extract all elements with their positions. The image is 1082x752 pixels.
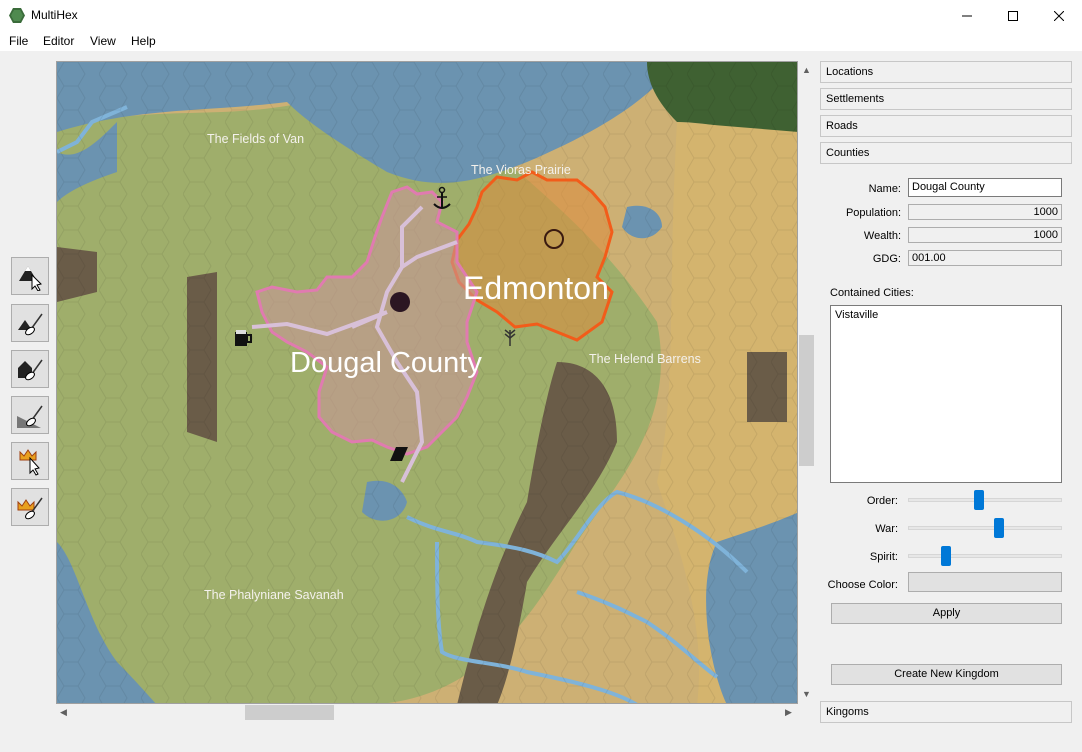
population-label: Population:: [845, 207, 901, 219]
war-label: War:: [875, 523, 898, 535]
gdg-label: GDG:: [872, 253, 901, 265]
name-label: Name:: [868, 183, 901, 195]
label-vioras-prairie: The Vioras Prairie: [471, 163, 571, 177]
contained-cities-list[interactable]: Vistaville: [830, 305, 1062, 483]
section-counties[interactable]: Counties: [820, 142, 1072, 164]
map-vertical-scrollbar[interactable]: ▲ ▼: [798, 61, 815, 704]
label-fields-of-van: The Fields of Van: [207, 132, 304, 146]
order-slider[interactable]: [908, 489, 1062, 511]
maximize-icon: [1008, 10, 1018, 21]
vertical-scroll-thumb[interactable]: [799, 335, 814, 466]
crown-brush-icon: [17, 497, 43, 520]
menu-help[interactable]: Help: [131, 34, 156, 48]
county-paint-tool[interactable]: [11, 488, 49, 526]
war-slider[interactable]: [908, 517, 1062, 539]
app-hex-icon: [9, 8, 25, 23]
slider-handle[interactable]: [994, 518, 1005, 538]
slider-groove: [908, 554, 1062, 558]
house-brush-icon: [18, 359, 43, 381]
menu-view[interactable]: View: [90, 34, 116, 48]
section-kingdoms[interactable]: Kingoms: [820, 701, 1072, 723]
label-phalyniane-savanah: The Phalyniane Savanah: [204, 588, 344, 602]
wealth-field: 1000: [908, 227, 1062, 243]
scroll-up-icon[interactable]: ▲: [802, 65, 811, 75]
color-picker-button[interactable]: [908, 572, 1062, 592]
section-locations[interactable]: Locations: [820, 61, 1072, 83]
counties-form: Name: Dougal County Population: 1000 Wea…: [820, 165, 1072, 702]
scroll-left-icon[interactable]: ◀: [60, 707, 67, 718]
order-label: Order:: [866, 495, 898, 507]
slider-groove: [908, 526, 1062, 530]
maximize-button[interactable]: [990, 0, 1036, 31]
close-icon: [1054, 10, 1064, 21]
dougal-capital-icon[interactable]: [390, 292, 410, 312]
slider-groove: [908, 498, 1062, 502]
hex-map-canvas[interactable]: The Fields of Van The Vioras Prairie The…: [56, 61, 798, 704]
spirit-label: Spirit:: [869, 551, 898, 563]
road-tool[interactable]: [11, 396, 49, 434]
menu-file[interactable]: File: [9, 34, 28, 48]
label-dougal-county: Dougal County: [290, 347, 482, 379]
wealth-label: Wealth:: [863, 230, 901, 242]
scroll-down-icon[interactable]: ▼: [802, 689, 811, 699]
road-brush-icon: [17, 405, 43, 428]
create-kingdom-button[interactable]: Create New Kingdom: [831, 664, 1062, 685]
label-helend-barrens: The Helend Barrens: [589, 352, 701, 366]
add-settlement-tool[interactable]: [11, 350, 49, 388]
add-location-tool[interactable]: [11, 304, 49, 342]
mountain-cursor-icon: [19, 266, 42, 291]
window-title: MultiHex: [31, 8, 78, 22]
choose-color-label: Choose Color:: [827, 579, 898, 591]
population-field: 1000: [908, 204, 1062, 220]
editor-panel: Locations Settlements Roads Counties Nam…: [820, 61, 1072, 724]
gdg-field: 001.00: [908, 250, 1062, 266]
county-select-tool[interactable]: [11, 442, 49, 480]
slider-handle[interactable]: [974, 490, 985, 510]
map-horizontal-scrollbar[interactable]: ◀ ▶: [56, 704, 798, 721]
title-bar: MultiHex: [0, 0, 1082, 31]
contained-cities-label: Contained Cities:: [830, 287, 914, 299]
section-roads[interactable]: Roads: [820, 115, 1072, 137]
scroll-right-icon[interactable]: ▶: [785, 707, 792, 718]
brush-icon: [18, 313, 43, 336]
select-hex-tool[interactable]: [11, 257, 49, 295]
label-edmonton: Edmonton: [463, 270, 609, 306]
slider-handle[interactable]: [941, 546, 952, 566]
tool-palette: [0, 51, 56, 752]
minimize-button[interactable]: [944, 0, 990, 31]
hex-map[interactable]: The Fields of Van The Vioras Prairie The…: [57, 62, 798, 704]
list-item[interactable]: Vistaville: [835, 309, 1057, 321]
horizontal-scroll-thumb[interactable]: [245, 705, 334, 720]
menu-editor[interactable]: Editor: [43, 34, 74, 48]
close-button[interactable]: [1036, 0, 1082, 31]
crown-cursor-icon: [19, 449, 40, 476]
name-field[interactable]: Dougal County: [908, 178, 1062, 197]
apply-button[interactable]: Apply: [831, 603, 1062, 624]
spirit-slider[interactable]: [908, 545, 1062, 567]
section-settlements[interactable]: Settlements: [820, 88, 1072, 110]
menu-bar: File Editor View Help: [0, 31, 1082, 51]
minimize-icon: [962, 15, 972, 16]
